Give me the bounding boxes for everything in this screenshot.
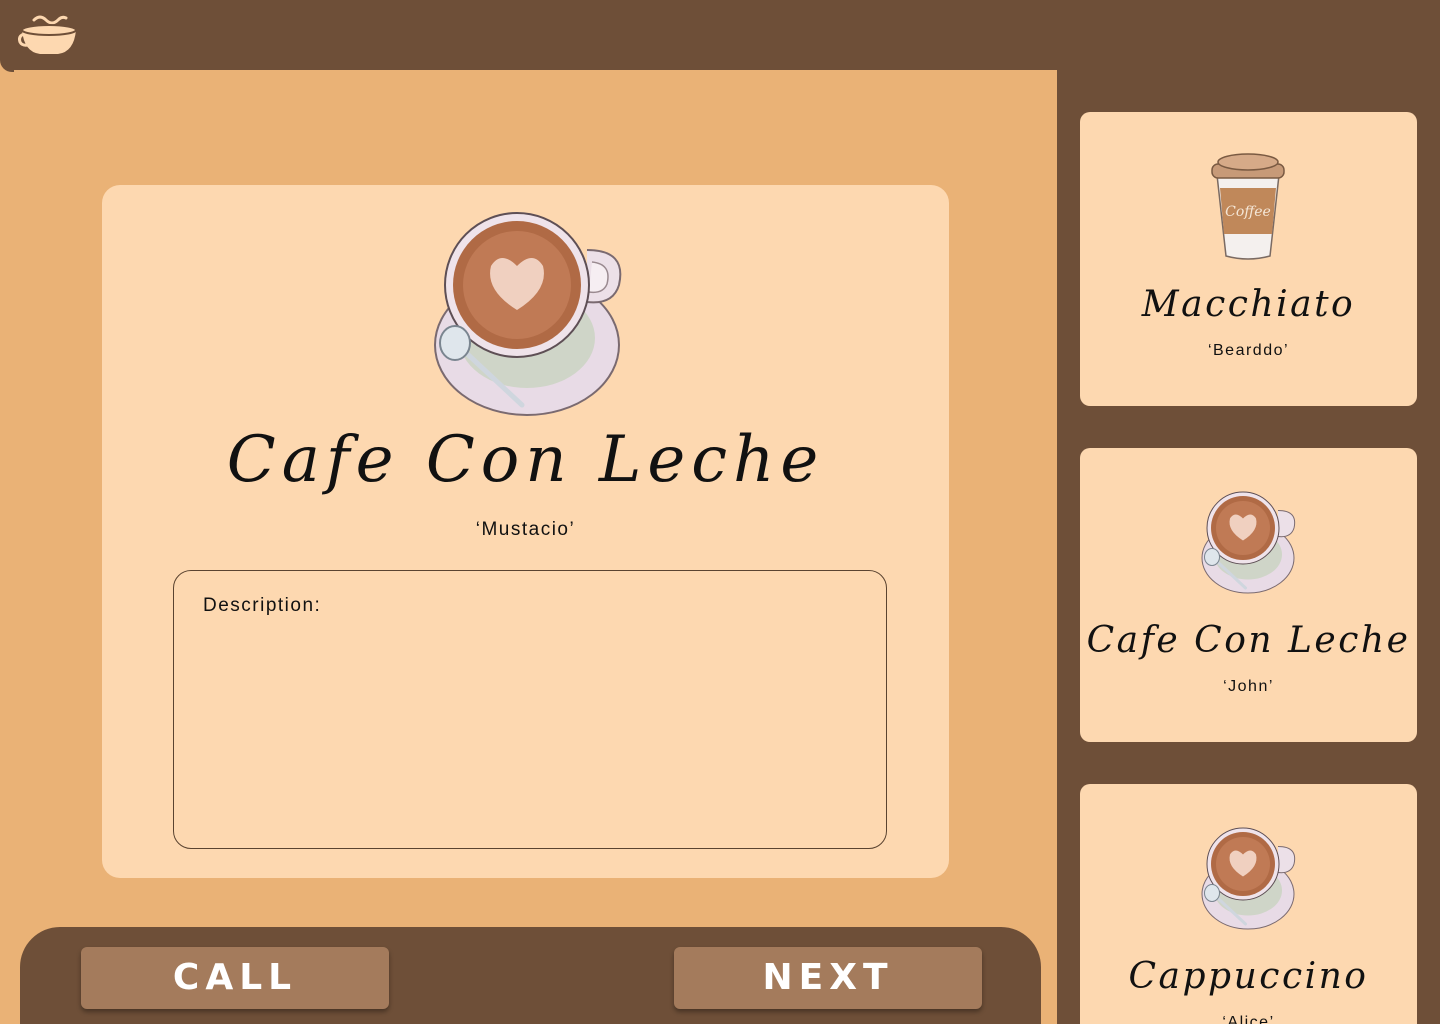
queue-drink-title: Macchiato [1141, 284, 1356, 325]
latte-cup-icon [434, 212, 622, 416]
latte-cup-icon [1201, 491, 1296, 594]
svg-text:Coffee: Coffee [1225, 204, 1271, 220]
queue-card[interactable]: Cafe Con Leche ‘John’ [1080, 448, 1417, 742]
description-label: Description: [203, 595, 322, 616]
description-box[interactable]: Description: [173, 570, 887, 849]
queue-customer-name: ‘John’ [1223, 678, 1274, 695]
order-drink-title: Cafe Con Leche [226, 423, 825, 497]
coffee-cup-logo-icon[interactable] [18, 12, 80, 58]
queue-customer-name: ‘Bearddo’ [1207, 342, 1290, 359]
order-customer-name: ‘Mustacio’ [475, 519, 576, 540]
action-bar: CALL NEXT [20, 927, 1041, 1024]
queue-customer-name: ‘Alice’ [1222, 1014, 1275, 1024]
current-order-card: Cafe Con Leche ‘Mustacio’ Description: [102, 185, 949, 878]
queue-card[interactable]: Coffee Macchiato ‘Bearddo’ [1080, 112, 1417, 406]
call-button[interactable]: CALL [81, 947, 389, 1009]
queue-drink-title: Cappuccino [1128, 956, 1369, 997]
corner-decoration [0, 58, 14, 72]
top-bar [0, 0, 1440, 70]
next-button[interactable]: NEXT [674, 947, 982, 1009]
takeaway-coffee-cup-icon: Coffee [1211, 153, 1285, 260]
queue-card[interactable]: Cappuccino ‘Alice’ [1080, 784, 1417, 1024]
latte-cup-icon [1201, 827, 1296, 930]
queue-drink-title: Cafe Con Leche [1086, 620, 1411, 661]
